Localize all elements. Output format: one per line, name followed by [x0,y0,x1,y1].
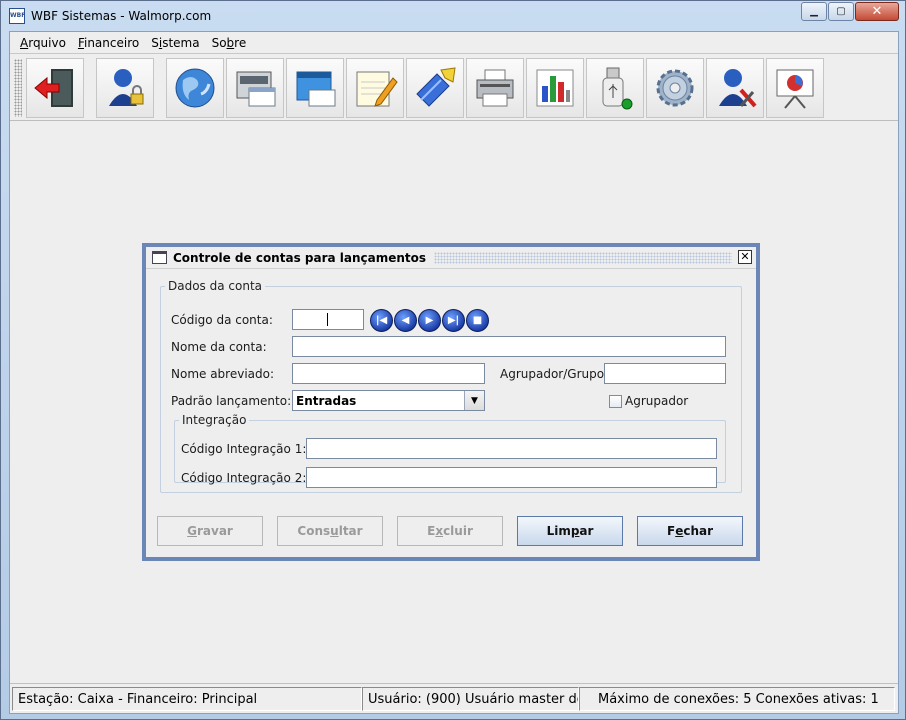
toolbar-presentation-button[interactable] [766,57,824,118]
chevron-down-icon[interactable]: ▼ [464,391,484,410]
first-icon: |◀ [375,315,388,326]
abreviado-label: Nome abreviado: [171,367,275,381]
toolbar-settings-button[interactable] [646,57,704,118]
exit-door-icon [34,68,73,107]
toolbar-notepad-button[interactable] [346,57,404,118]
toolbar-user-settings-button[interactable] [706,57,764,118]
printer-icon [476,69,514,106]
integracao1-label: Código Integração 1: [181,442,307,456]
status-estacao: Estação: Caixa - Financeiro: Principal [12,687,362,711]
agrupador-checkbox[interactable] [609,395,622,408]
close-icon: ✕ [740,250,750,263]
gravar-button[interactable]: Gravar [157,516,263,546]
toolbar-scanner-button[interactable] [226,57,284,118]
agrupador-grupo-input[interactable] [604,363,726,384]
abreviado-input[interactable] [292,363,485,384]
menu-sistema[interactable]: Sistema [145,36,205,50]
title-bar[interactable]: WBF WBF Sistemas - Walmorp.com ▁ ▢ ✕ [1,1,905,31]
last-record-button[interactable]: ▶| [442,309,465,332]
codigo-label: Código da conta: [171,313,273,327]
last-icon: ▶| [447,315,460,326]
dialog-close-button[interactable]: ✕ [738,250,752,264]
usb-drive-icon [602,67,633,109]
text-caret [327,313,328,326]
status-usuario: Usuário: (900) Usuário master do [362,687,579,711]
stop-icon: ■ [472,315,483,326]
app-logo-icon: WBF [9,8,25,24]
agrupador-check-label[interactable]: Agrupador [625,394,688,408]
brush-tool-icon [416,66,456,107]
toolbar-chart-button[interactable] [526,57,584,118]
user-lock-icon [109,68,144,106]
toolbar-globe-button[interactable] [166,57,224,118]
maximize-icon: ▢ [836,6,846,17]
integracao2-input[interactable] [306,467,717,488]
bar-chart-icon [536,69,574,106]
toolbar-user-lock-button[interactable] [96,57,154,118]
limpar-button[interactable]: Lim p ar [517,516,623,546]
close-button[interactable]: ✕ [855,2,899,21]
integracao1-input[interactable] [306,438,717,459]
padrao-label: Padrão lançamento: [171,394,292,408]
maximize-button[interactable]: ▢ [828,2,854,21]
next-record-button[interactable]: ▶ [418,309,441,332]
toolbar-window-button[interactable] [286,57,344,118]
presentation-board-icon [776,69,814,109]
menu-arquivo[interactable]: Arquivo [14,36,72,50]
codigo-input[interactable] [292,309,364,330]
nome-label: Nome da conta: [171,340,267,354]
scanner-window-icon [236,71,276,106]
gear-icon [656,69,694,106]
integracao-legend: Integração [182,413,247,427]
toolbar-exit-button[interactable] [26,57,84,118]
minimize-icon: ▁ [810,6,818,17]
minimize-button[interactable]: ▁ [801,2,827,21]
toolbar-brush-button[interactable] [406,57,464,118]
main-window: WBF WBF Sistemas - Walmorp.com ▁ ▢ ✕ Arq… [0,0,906,720]
padrao-select[interactable]: Entradas ▼ [292,390,485,411]
menu-bar: Arquivo Financeiro Sistema Sobre [10,32,898,54]
first-record-button[interactable]: |◀ [370,309,393,332]
fechar-button[interactable]: Fe char [637,516,743,546]
toolbar [10,55,898,121]
stop-button[interactable]: ■ [466,309,489,332]
client-area: Arquivo Financeiro Sistema Sobre Control… [9,31,899,714]
agrupador-grupo-label: Agrupador/Grupo: [500,367,609,381]
contas-dialog: Controle de contas para lançamentos ✕ Da… [142,243,760,561]
toolbar-printer-button[interactable] [466,57,524,118]
record-navigation: |◀ ◀ ▶ ▶| ■ [370,309,489,332]
previous-icon: ◀ [401,315,410,326]
status-conexoes: Máximo de conexões: 5 Conexões ativas: 1 [579,687,895,711]
title-grip [434,251,732,264]
status-bar: Estação: Caixa - Financeiro: Principal U… [10,683,898,713]
nome-input[interactable] [292,336,726,357]
toolbar-grip[interactable] [14,58,22,117]
padrao-value: Entradas [296,393,357,408]
window-title: WBF Sistemas - Walmorp.com [31,9,212,23]
close-icon: ✕ [871,4,883,19]
toolbar-usb-button[interactable] [586,57,644,118]
user-settings-icon [719,68,757,107]
integracao2-label: Código Integração 2: [181,471,307,485]
dialog-title: Controle de contas para lançamentos [173,250,427,265]
consultar-button[interactable]: Cons u ltar [277,516,383,546]
window-icon [152,251,167,264]
menu-financeiro[interactable]: Financeiro [72,36,145,50]
desktop-pane: Controle de contas para lançamentos ✕ Da… [10,122,898,682]
menu-sobre[interactable]: Sobre [206,36,253,50]
dialog-title-bar[interactable]: Controle de contas para lançamentos ✕ [146,247,756,269]
globe-icon [175,68,215,107]
next-icon: ▶ [425,315,434,326]
dados-conta-legend: Dados da conta [168,279,263,293]
excluir-button[interactable]: Ex cluir [397,516,503,546]
window-controls: ▁ ▢ ✕ [800,2,899,21]
window-blue-icon [296,71,336,106]
notepad-pencil-icon [356,71,398,107]
previous-record-button[interactable]: ◀ [394,309,417,332]
